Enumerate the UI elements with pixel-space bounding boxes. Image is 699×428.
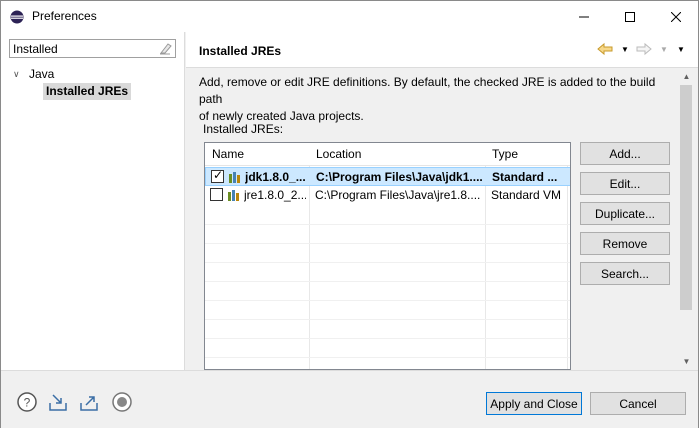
- import-icon[interactable]: [47, 391, 69, 413]
- table-row[interactable]: jre1.8.0_2... C:\Program Files\Java\jre1…: [205, 186, 570, 205]
- row-divider: [205, 300, 570, 301]
- page-title: Installed JREs: [199, 44, 282, 58]
- jre-library-icon: [229, 172, 240, 183]
- row-divider: [205, 243, 570, 244]
- maximize-button[interactable]: [607, 1, 653, 32]
- preferences-window: Preferences ∨ Java Installed JREs Instal…: [0, 0, 699, 428]
- row-checkbox[interactable]: ✓: [211, 168, 224, 183]
- scroll-down-icon[interactable]: ▼: [678, 353, 695, 370]
- forward-history-dropdown[interactable]: ▼: [659, 42, 669, 56]
- close-button[interactable]: [653, 1, 699, 32]
- jre-location: C:\Program Files\Java\jre1.8....: [315, 188, 481, 202]
- remove-button[interactable]: Remove: [580, 232, 670, 255]
- jre-table[interactable]: Name Location Type ✓ jdk1.8.0_... C:\Pro…: [204, 142, 571, 370]
- export-icon[interactable]: [78, 391, 100, 413]
- jre-library-icon: [228, 190, 239, 201]
- jre-location: C:\Program Files\Java\jdk1....: [316, 170, 483, 184]
- maximize-icon: [625, 11, 635, 22]
- clear-filter-icon[interactable]: [158, 42, 172, 55]
- view-menu-icon[interactable]: ▼: [676, 42, 686, 56]
- help-icon[interactable]: ?: [16, 391, 38, 413]
- jre-type: Standard VM: [491, 188, 562, 202]
- scrollbar-thumb[interactable]: [680, 85, 692, 310]
- row-divider: [205, 319, 570, 320]
- window-title: Preferences: [32, 9, 97, 23]
- scroll-up-icon[interactable]: ▲: [678, 68, 695, 85]
- row-divider: [205, 224, 570, 225]
- minimize-icon: [579, 16, 589, 17]
- preference-tree-panel: ∨ Java Installed JREs: [1, 32, 185, 370]
- row-divider: [205, 262, 570, 263]
- tree-item-java[interactable]: ∨ Java: [13, 66, 54, 82]
- duplicate-button[interactable]: Duplicate...: [580, 202, 670, 225]
- table-header: Name Location Type: [205, 143, 570, 166]
- forward-arrow-icon[interactable]: [636, 42, 652, 56]
- column-header-type[interactable]: Type: [492, 147, 518, 161]
- back-arrow-icon[interactable]: [597, 42, 613, 56]
- installed-jres-label: Installed JREs:: [203, 122, 284, 136]
- row-divider: [205, 281, 570, 282]
- jre-name: jre1.8.0_2...: [244, 188, 306, 202]
- table-row[interactable]: ✓ jdk1.8.0_... C:\Program Files\Java\jdk…: [205, 167, 570, 186]
- record-icon[interactable]: [111, 391, 133, 413]
- apply-and-close-button[interactable]: Apply and Close: [486, 392, 582, 415]
- jre-type: Standard ...: [492, 170, 558, 184]
- edit-button[interactable]: Edit...: [580, 172, 670, 195]
- row-divider: [205, 338, 570, 339]
- title-bar: Preferences: [1, 1, 698, 32]
- minimize-button[interactable]: [561, 1, 607, 32]
- chevron-down-icon[interactable]: ∨: [13, 69, 25, 80]
- row-checkbox[interactable]: [210, 188, 223, 201]
- search-button[interactable]: Search...: [580, 262, 670, 285]
- filter-field[interactable]: [9, 39, 176, 58]
- close-icon: [671, 11, 681, 22]
- eclipse-icon: [10, 10, 24, 24]
- preference-page: Installed JREs ▼ ▼ ▼ Add, remove or edit…: [186, 32, 698, 370]
- column-header-name[interactable]: Name: [212, 147, 244, 161]
- svg-text:?: ?: [24, 396, 31, 410]
- filter-input[interactable]: [13, 41, 153, 56]
- page-description: Add, remove or edit JRE definitions. By …: [199, 74, 679, 125]
- tree-item-label: Java: [29, 67, 55, 81]
- back-history-dropdown[interactable]: ▼: [620, 42, 630, 56]
- cancel-button[interactable]: Cancel: [590, 392, 686, 415]
- vertical-scrollbar[interactable]: ▲ ▼: [678, 68, 695, 370]
- column-header-location[interactable]: Location: [316, 147, 361, 161]
- checkmark-icon: ✓: [213, 168, 224, 182]
- add-button[interactable]: Add...: [580, 142, 670, 165]
- page-header: Installed JREs ▼ ▼ ▼: [186, 32, 698, 68]
- dialog-button-bar: ? Apply and Close Cancel: [1, 370, 698, 428]
- tree-item-installed-jres[interactable]: Installed JREs: [43, 83, 132, 100]
- jre-name: jdk1.8.0_...: [245, 170, 306, 184]
- description-line: Add, remove or edit JRE definitions. By …: [199, 75, 656, 106]
- row-divider: [205, 357, 570, 358]
